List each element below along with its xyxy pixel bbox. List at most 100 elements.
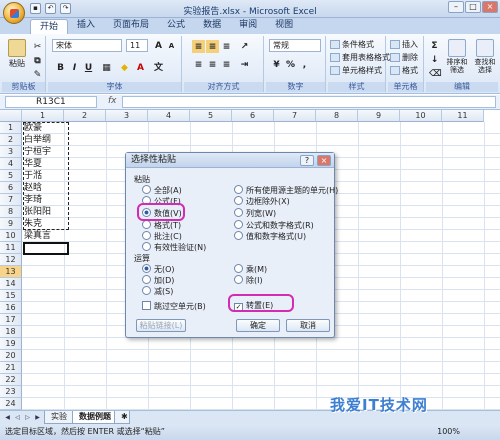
cancel-button[interactable]: 取消 [286, 319, 330, 332]
row-header[interactable]: 19 [0, 338, 22, 350]
shrink-font-icon[interactable]: A [165, 39, 178, 52]
select-all-corner[interactable] [0, 110, 22, 122]
paste-comments-radio[interactable]: 批注(C) [142, 231, 182, 241]
bold-button[interactable]: B [54, 61, 67, 74]
clear-icon[interactable]: ⌫ [428, 67, 442, 80]
row-header[interactable]: 11 [0, 242, 22, 254]
minimize-icon[interactable]: – [448, 1, 464, 13]
find-select-button[interactable]: 查找和选择 [472, 38, 498, 74]
paste-formulas-numbers-radio[interactable]: 公式和数字格式(R) [234, 220, 314, 230]
column-header[interactable]: 9 [358, 110, 400, 122]
op-subtract-radio[interactable]: 减(S) [142, 286, 173, 296]
sheet-tab-experiment[interactable]: 实验 [44, 411, 74, 424]
row-header[interactable]: 8 [0, 206, 22, 218]
row-header[interactable]: 17 [0, 314, 22, 326]
font-color-button[interactable]: A [134, 61, 147, 74]
row-header[interactable]: 18 [0, 326, 22, 338]
column-header[interactable]: 3 [106, 110, 148, 122]
phonetic-icon[interactable]: 文 [152, 61, 165, 74]
paste-values-numbers-radio[interactable]: 值和数字格式(U) [234, 231, 306, 241]
tab-insert[interactable]: 插入 [68, 18, 104, 33]
ok-button[interactable]: 确定 [236, 319, 280, 332]
row-header[interactable]: 24 [0, 398, 22, 410]
row-header[interactable]: 3 [0, 146, 22, 158]
tab-view[interactable]: 视图 [266, 18, 302, 33]
format-cells-button[interactable]: 格式 [390, 65, 418, 77]
op-divide-radio[interactable]: 除(I) [234, 275, 263, 285]
maximize-icon[interactable]: □ [465, 1, 481, 13]
insert-function-icon[interactable]: fx [108, 96, 117, 106]
paste-source-theme-radio[interactable]: 所有使用源主题的单元(H) [234, 185, 338, 195]
align-left-icon[interactable]: ≡ [192, 58, 205, 71]
column-header[interactable]: 7 [274, 110, 316, 122]
format-as-table-button[interactable]: 套用表格格式 [330, 52, 390, 64]
zoom-level[interactable]: 100% [437, 424, 460, 440]
cell-value[interactable]: 梁真言 [24, 230, 51, 242]
formula-input[interactable] [122, 96, 496, 108]
tab-data[interactable]: 数据 [194, 18, 230, 33]
name-box[interactable]: R13C1 [5, 96, 97, 108]
cut-icon[interactable]: ✂ [31, 40, 44, 53]
column-header[interactable]: 4 [148, 110, 190, 122]
row-header[interactable]: 21 [0, 362, 22, 374]
align-bottom-icon[interactable]: ≡ [220, 40, 233, 53]
row-header[interactable]: 5 [0, 170, 22, 182]
conditional-format-button[interactable]: 条件格式 [330, 39, 374, 51]
column-header[interactable]: 8 [316, 110, 358, 122]
office-button[interactable] [3, 2, 25, 24]
align-middle-icon[interactable]: ≡ [206, 40, 219, 53]
column-header[interactable]: 11 [442, 110, 484, 122]
align-top-icon[interactable]: ≡ [192, 40, 205, 53]
fill-icon[interactable]: ↓ [428, 53, 441, 66]
paste-formats-radio[interactable]: 格式(T) [142, 220, 181, 230]
font-name-box[interactable]: 宋体 [52, 39, 122, 52]
fill-color-icon[interactable]: ◆ [118, 61, 131, 74]
sheet-tab-data-example[interactable]: 数据例题 [72, 411, 118, 424]
paste-no-borders-radio[interactable]: 边框除外(X) [234, 196, 290, 206]
delete-cells-button[interactable]: 删除 [390, 52, 418, 64]
grow-font-icon[interactable]: A [152, 39, 165, 52]
row-header[interactable]: 16 [0, 302, 22, 314]
close-icon[interactable]: × [482, 1, 498, 13]
orientation-icon[interactable]: ↗ [238, 40, 251, 53]
indent-icon[interactable]: ⇥ [238, 58, 251, 71]
op-add-radio[interactable]: 加(D) [142, 275, 174, 285]
align-center-icon[interactable]: ≡ [206, 58, 219, 71]
paste-column-widths-radio[interactable]: 列宽(W) [234, 208, 276, 218]
row-header[interactable]: 10 [0, 230, 22, 242]
comma-button[interactable]: , [298, 58, 311, 71]
skip-blanks-checkbox[interactable]: 跳过空单元(B) [142, 301, 206, 311]
column-header[interactable]: 5 [190, 110, 232, 122]
row-header[interactable]: 22 [0, 374, 22, 386]
row-header[interactable]: 7 [0, 194, 22, 206]
row-header[interactable]: 20 [0, 350, 22, 362]
prev-sheet-icon[interactable]: ◁ [13, 413, 22, 422]
paste-validation-radio[interactable]: 有效性验证(N) [142, 242, 206, 252]
percent-button[interactable]: % [284, 58, 297, 71]
row-header[interactable]: 14 [0, 278, 22, 290]
row-header[interactable]: 23 [0, 386, 22, 398]
dialog-close-button[interactable]: × [317, 155, 331, 166]
column-header[interactable]: 2 [64, 110, 106, 122]
last-sheet-icon[interactable]: ▶ [33, 413, 42, 422]
border-icon[interactable]: ▦ [100, 61, 113, 74]
row-header[interactable]: 15 [0, 290, 22, 302]
paste-button[interactable]: 粘贴 [4, 38, 30, 72]
italic-button[interactable]: I [68, 61, 81, 74]
next-sheet-icon[interactable]: ▷ [23, 413, 32, 422]
column-header[interactable]: 1 [22, 110, 64, 122]
currency-icon[interactable]: ¥ [270, 58, 283, 71]
row-header[interactable]: 4 [0, 158, 22, 170]
tab-home[interactable]: 开始 [30, 19, 69, 34]
column-header[interactable]: 10 [400, 110, 442, 122]
row-header[interactable]: 2 [0, 134, 22, 146]
copy-icon[interactable]: ⧉ [31, 54, 44, 67]
underline-button[interactable]: U [82, 61, 95, 74]
column-header[interactable]: 6 [232, 110, 274, 122]
row-header[interactable]: 9 [0, 218, 22, 230]
sort-filter-button[interactable]: 排序和筛选 [444, 38, 470, 74]
op-multiply-radio[interactable]: 乘(M) [234, 264, 267, 274]
row-header[interactable]: 6 [0, 182, 22, 194]
tab-review[interactable]: 审阅 [230, 18, 266, 33]
autosum-button[interactable]: Σ [428, 39, 441, 52]
